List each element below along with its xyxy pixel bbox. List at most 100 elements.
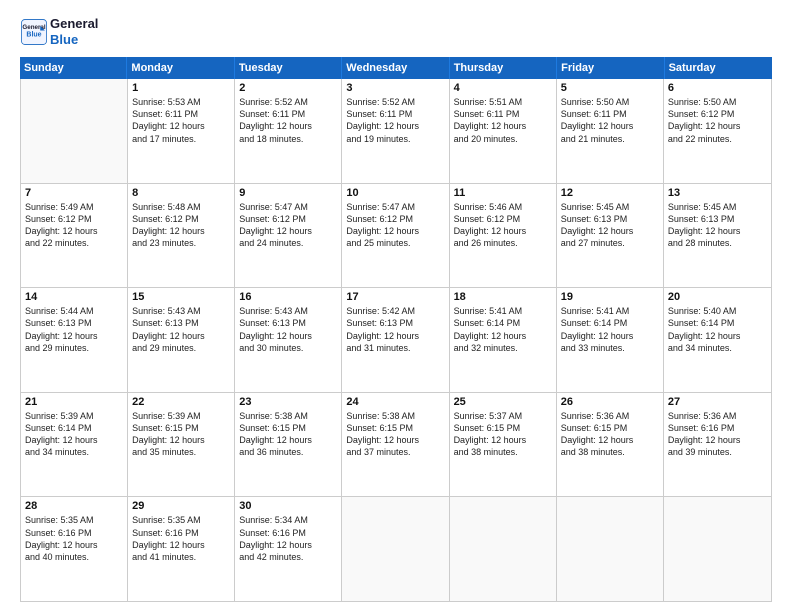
cell-line: Sunrise: 5:44 AM <box>25 305 123 317</box>
cell-line: and 42 minutes. <box>239 551 337 563</box>
cell-line: Daylight: 12 hours <box>561 330 659 342</box>
day-number: 12 <box>561 187 659 199</box>
calendar-cell: 15Sunrise: 5:43 AMSunset: 6:13 PMDayligh… <box>128 288 235 392</box>
cell-line: Daylight: 12 hours <box>346 120 444 132</box>
calendar-header: SundayMondayTuesdayWednesdayThursdayFrid… <box>20 57 772 79</box>
cell-line: Daylight: 12 hours <box>239 434 337 446</box>
calendar-cell: 19 Sunrise: 5:41 AMSunset: 6:14 PMDayligh… <box>557 288 664 392</box>
day-number: 10 <box>346 187 444 199</box>
cell-line: Daylight: 12 hours <box>668 434 767 446</box>
cell-line: Sunset: 6:11 PM <box>346 108 444 120</box>
cell-line: Sunset: 6:11 PM <box>454 108 552 120</box>
weekday-header: Sunday <box>20 57 127 79</box>
cell-line: Sunrise: 5:38 AM <box>346 410 444 422</box>
calendar-body: 1Sunrise: 5:53 AMSunset: 6:11 PMDaylight… <box>20 79 772 602</box>
cell-line: Sunrise: 5:51 AM <box>454 96 552 108</box>
cell-line: Sunrise: 5:50 AM <box>668 96 767 108</box>
cell-line: Daylight: 12 hours <box>25 539 123 551</box>
day-number: 1 <box>132 82 230 94</box>
cell-line: Daylight: 12 hours <box>132 539 230 551</box>
calendar-cell: 28Sunrise: 5:35 AMSunset: 6:16 PMDayligh… <box>21 497 128 601</box>
day-number: 21 <box>25 396 123 408</box>
cell-line: and 17 minutes. <box>132 133 230 145</box>
cell-line: Daylight: 12 hours <box>132 225 230 237</box>
day-number: 19 <box>561 291 659 303</box>
calendar-cell <box>664 497 771 601</box>
cell-line: Sunrise: 5:48 AM <box>132 201 230 213</box>
calendar-cell: 4Sunrise: 5:51 AMSunset: 6:11 PMDaylight… <box>450 79 557 183</box>
cell-line: Sunrise: 5:50 AM <box>561 96 659 108</box>
day-number: 30 <box>239 500 337 512</box>
calendar-cell: 13Sunrise: 5:45 AMSunset: 6:13 PMDayligh… <box>664 184 771 288</box>
cell-line: Daylight: 12 hours <box>239 539 337 551</box>
calendar-cell: 3Sunrise: 5:52 AMSunset: 6:11 PMDaylight… <box>342 79 449 183</box>
cell-line: Daylight: 12 hours <box>668 225 767 237</box>
cell-line: and 30 minutes. <box>239 342 337 354</box>
calendar-cell: 5Sunrise: 5:50 AMSunset: 6:11 PMDaylight… <box>557 79 664 183</box>
cell-line: Daylight: 12 hours <box>668 120 767 132</box>
calendar-row: 21Sunrise: 5:39 AMSunset: 6:14 PMDayligh… <box>21 393 771 498</box>
cell-line: and 28 minutes. <box>668 237 767 249</box>
day-number: 22 <box>132 396 230 408</box>
calendar-cell: 11Sunrise: 5:46 AMSunset: 6:12 PMDayligh… <box>450 184 557 288</box>
cell-line: Sunset: 6:14 PM <box>25 422 123 434</box>
cell-line: and 31 minutes. <box>346 342 444 354</box>
cell-line: and 19 minutes. <box>346 133 444 145</box>
logo: General Blue General Blue <box>20 16 98 47</box>
cell-line: Sunset: 6:14 PM <box>561 317 659 329</box>
cell-line: and 26 minutes. <box>454 237 552 249</box>
svg-text:Blue: Blue <box>26 31 41 38</box>
cell-line: Daylight: 12 hours <box>346 330 444 342</box>
weekday-header: Monday <box>127 57 234 79</box>
calendar-cell <box>557 497 664 601</box>
cell-line: and 41 minutes. <box>132 551 230 563</box>
calendar-cell <box>450 497 557 601</box>
cell-line: and 25 minutes. <box>346 237 444 249</box>
cell-line: Sunrise: 5:41 AM <box>561 305 659 317</box>
logo-icon: General Blue <box>20 18 48 46</box>
cell-line: and 20 minutes. <box>454 133 552 145</box>
calendar-cell: 23Sunrise: 5:38 AMSunset: 6:15 PMDayligh… <box>235 393 342 497</box>
cell-line: and 29 minutes. <box>25 342 123 354</box>
cell-line: and 22 minutes. <box>25 237 123 249</box>
cell-line: Sunrise: 5:34 AM <box>239 514 337 526</box>
calendar-cell: 6Sunrise: 5:50 AMSunset: 6:12 PMDaylight… <box>664 79 771 183</box>
cell-line: Sunset: 6:15 PM <box>132 422 230 434</box>
cell-line: Sunset: 6:16 PM <box>668 422 767 434</box>
cell-line: Daylight: 12 hours <box>239 120 337 132</box>
calendar-cell: 8Sunrise: 5:48 AMSunset: 6:12 PMDaylight… <box>128 184 235 288</box>
cell-line: Daylight: 12 hours <box>25 434 123 446</box>
day-number: 13 <box>668 187 767 199</box>
day-number: 8 <box>132 187 230 199</box>
calendar-cell: 21Sunrise: 5:39 AMSunset: 6:14 PMDayligh… <box>21 393 128 497</box>
cell-line: Sunset: 6:15 PM <box>561 422 659 434</box>
cell-line: Sunrise: 5:45 AM <box>561 201 659 213</box>
cell-line: Daylight: 12 hours <box>25 330 123 342</box>
day-number: 20 <box>668 291 767 303</box>
cell-line: Sunset: 6:13 PM <box>561 213 659 225</box>
cell-line: and 27 minutes. <box>561 237 659 249</box>
weekday-header: Saturday <box>665 57 772 79</box>
cell-line: and 35 minutes. <box>132 446 230 458</box>
day-number: 14 <box>25 291 123 303</box>
cell-line: and 39 minutes. <box>668 446 767 458</box>
day-number: 15 <box>132 291 230 303</box>
cell-line: Sunset: 6:12 PM <box>454 213 552 225</box>
cell-line: and 29 minutes. <box>132 342 230 354</box>
calendar-cell: 12Sunrise: 5:45 AMSunset: 6:13 PMDayligh… <box>557 184 664 288</box>
day-number: 24 <box>346 396 444 408</box>
calendar-row: 7Sunrise: 5:49 AMSunset: 6:12 PMDaylight… <box>21 184 771 289</box>
day-number: 27 <box>668 396 767 408</box>
cell-line: and 38 minutes. <box>561 446 659 458</box>
cell-line: and 37 minutes. <box>346 446 444 458</box>
cell-line: Sunrise: 5:39 AM <box>132 410 230 422</box>
calendar-cell: 10Sunrise: 5:47 AMSunset: 6:12 PMDayligh… <box>342 184 449 288</box>
day-number: 17 <box>346 291 444 303</box>
cell-line: Sunset: 6:16 PM <box>132 527 230 539</box>
cell-line: Sunset: 6:12 PM <box>346 213 444 225</box>
cell-line: Sunset: 6:11 PM <box>132 108 230 120</box>
cell-line: Sunset: 6:13 PM <box>132 317 230 329</box>
day-number: 4 <box>454 82 552 94</box>
cell-line: Sunset: 6:16 PM <box>25 527 123 539</box>
cell-line: and 34 minutes. <box>668 342 767 354</box>
